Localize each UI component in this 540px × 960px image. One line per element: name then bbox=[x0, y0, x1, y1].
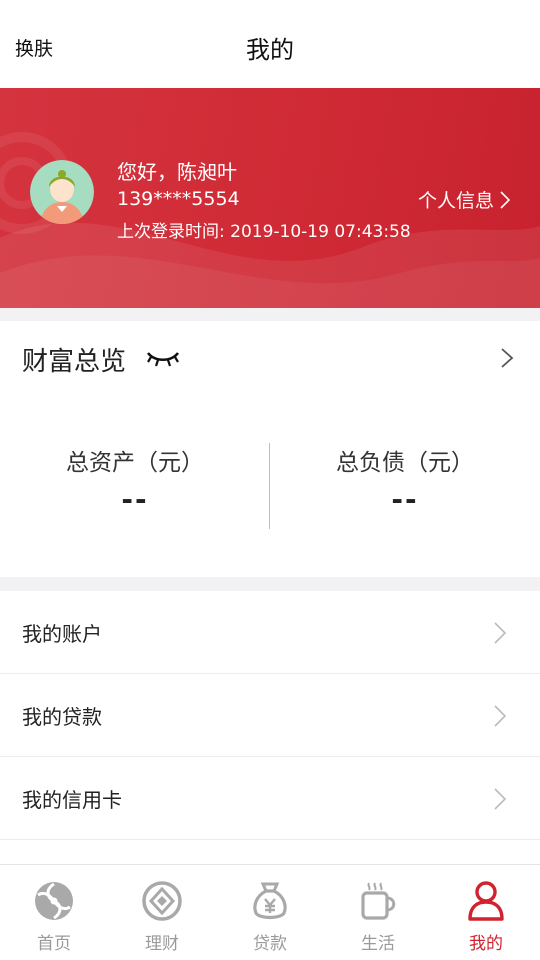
list-item-label: 我的信用卡 bbox=[22, 787, 122, 812]
wealth-overview-card[interactable]: 财富总览 总资产（元） -- 总负债（元） -- bbox=[0, 321, 540, 577]
total-liabilities-label: 总负债（元） bbox=[336, 450, 474, 476]
tab-life[interactable]: 生活 bbox=[324, 865, 432, 960]
wealth-coin-icon bbox=[142, 881, 182, 921]
account-menu-list: 我的账户 我的贷款 我的信用卡 bbox=[0, 591, 540, 864]
tab-label: 贷款 bbox=[253, 934, 287, 954]
user-greeting: 您好，陈昶叶 bbox=[117, 160, 237, 184]
tab-loans[interactable]: 贷款 bbox=[216, 865, 324, 960]
money-bag-icon bbox=[253, 882, 287, 920]
tab-label: 理财 bbox=[145, 934, 179, 954]
total-assets-label: 总资产（元） bbox=[66, 450, 204, 476]
total-assets: 总资产（元） -- bbox=[0, 443, 270, 516]
chevron-right-icon bbox=[494, 705, 506, 727]
tab-mine[interactable]: 我的 bbox=[432, 865, 540, 960]
user-banner: 您好，陈昶叶 139****5554 上次登录时间: 2019-10-19 07… bbox=[0, 88, 540, 308]
list-item-label: 我的账户 bbox=[22, 621, 102, 646]
total-liabilities-value: -- bbox=[391, 483, 419, 516]
chevron-right-icon bbox=[494, 622, 506, 644]
menu-item-my-credit-card[interactable]: 我的信用卡 bbox=[0, 757, 540, 840]
tab-label: 生活 bbox=[361, 934, 395, 954]
chevron-right-icon[interactable] bbox=[500, 347, 514, 369]
menu-item-my-loans[interactable]: 我的贷款 bbox=[0, 674, 540, 757]
last-login-time: 上次登录时间: 2019-10-19 07:43:58 bbox=[117, 222, 411, 242]
page-title: 我的 bbox=[246, 36, 294, 64]
user-phone: 139****5554 bbox=[117, 188, 240, 210]
total-liabilities: 总负债（元） -- bbox=[270, 443, 540, 516]
tab-label: 我的 bbox=[469, 934, 503, 954]
personal-info-link[interactable]: 个人信息 bbox=[418, 186, 510, 213]
chevron-right-icon bbox=[500, 190, 510, 209]
coffee-cup-icon bbox=[361, 882, 396, 920]
top-nav-bar: 换肤 我的 bbox=[0, 0, 540, 88]
person-icon bbox=[468, 881, 504, 921]
tab-wealth[interactable]: 理财 bbox=[108, 865, 216, 960]
menu-item-my-account[interactable]: 我的账户 bbox=[0, 591, 540, 674]
user-avatar-icon bbox=[30, 160, 94, 224]
home-swirl-icon bbox=[35, 882, 73, 920]
wealth-overview-title: 财富总览 bbox=[22, 347, 127, 377]
total-assets-value: -- bbox=[121, 483, 149, 516]
tab-label: 首页 bbox=[37, 934, 71, 954]
tab-home[interactable]: 首页 bbox=[0, 865, 108, 960]
avatar[interactable] bbox=[30, 160, 94, 224]
personal-info-label: 个人信息 bbox=[417, 190, 494, 212]
list-item-label: 我的贷款 bbox=[22, 704, 102, 729]
eye-closed-icon[interactable] bbox=[145, 347, 181, 369]
chevron-right-icon bbox=[494, 788, 506, 810]
bottom-tab-bar: 首页 理财 贷款 生活 我的 bbox=[0, 864, 540, 960]
